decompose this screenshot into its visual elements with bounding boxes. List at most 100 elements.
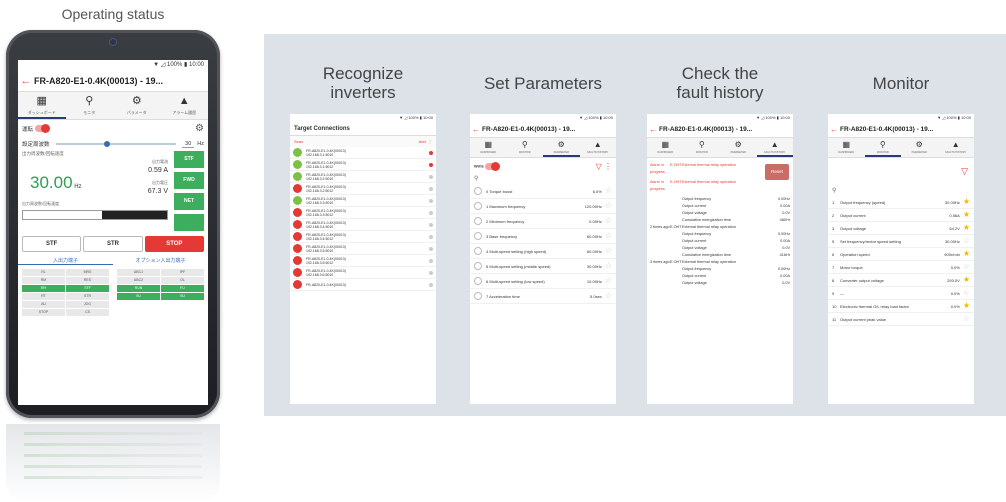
freq-input[interactable]: 30 <box>182 141 195 148</box>
connection-row[interactable]: FR-A820-E1-0.4K(00013) 192.168.3.1:5010 <box>290 147 436 159</box>
radio-button[interactable] <box>474 277 482 285</box>
star-icon[interactable]: ☆ <box>605 262 612 270</box>
stop-button[interactable]: STOP <box>144 236 204 252</box>
pin-icon[interactable] <box>429 222 433 227</box>
pin-icon[interactable] <box>429 210 433 215</box>
parameter-row[interactable]: 5 Multi-speed setting (middle speed) 30.0… <box>470 259 616 274</box>
nav-item[interactable]: ▦ ダッシュボード <box>18 92 66 119</box>
pin-icon[interactable] <box>429 174 433 179</box>
connection-row[interactable]: FR-A820-E1-0.4K(00013) 192.168.3.5:5010 <box>290 243 436 255</box>
star-icon[interactable]: ☆ <box>605 292 612 300</box>
monitor-row[interactable]: 7 Motor torque 0.0% ☆ <box>828 261 974 274</box>
more-icon[interactable]: ⋮ <box>428 139 432 144</box>
star-icon[interactable]: ☆ <box>963 289 970 297</box>
star-icon[interactable]: ★ <box>963 224 970 232</box>
write-toggle[interactable] <box>485 162 501 171</box>
monitor-row[interactable]: 9 — 0.0% ☆ <box>828 287 974 300</box>
filter-icon[interactable]: ▽ <box>828 158 974 181</box>
scan-button[interactable]: Scan <box>294 139 303 144</box>
nav-item[interactable]: ▲ アラーム履歴 <box>161 92 209 119</box>
star-icon[interactable]: ☆ <box>605 247 612 255</box>
parameter-row[interactable]: 2 Minimum frequency 0.00Hz ☆ <box>470 214 616 229</box>
tab-io-terminals[interactable]: 入出力端子 <box>18 257 113 265</box>
monitor-row[interactable]: 8 Converter output voltage 293.0V ★ <box>828 274 974 287</box>
nav-item[interactable]: ⚲ モニタ <box>66 92 114 119</box>
star-icon[interactable]: ★ <box>963 276 970 284</box>
str-button[interactable]: STR <box>83 236 143 252</box>
nav-item[interactable]: ▦ DASHBOARD <box>470 138 507 157</box>
monitor-row[interactable]: 10 Electronic thermal O/L relay load fact… <box>828 300 974 313</box>
star-icon[interactable]: ☆ <box>963 315 970 323</box>
star-icon[interactable]: ☆ <box>963 237 970 245</box>
star-icon[interactable]: ☆ <box>605 187 612 195</box>
connection-row[interactable]: FR-A820-E1-0.4K(00013) 192.168.3.6:5010 <box>290 267 436 279</box>
parameter-row[interactable]: 6 Multi-speed setting (low speed) 10.00Hz… <box>470 274 616 289</box>
search-icon[interactable]: ⚲ <box>828 181 974 196</box>
nav-item[interactable]: ⚲ MONITOR <box>684 138 721 157</box>
stf-button[interactable]: STF <box>22 236 82 252</box>
connection-row[interactable]: FR-A820-E1-0.4K(00013) 192.168.3.3:5010 <box>290 195 436 207</box>
connection-row[interactable]: FR-A820-E1-0.4K(00013) 192.168.3.5:5012 <box>290 255 436 267</box>
add-button[interactable]: Add <box>419 139 426 144</box>
nav-item[interactable]: ▲ FAULTS HISTORY <box>580 138 617 157</box>
parameter-row[interactable]: 3 Base frequency 60.00Hz ☆ <box>470 229 616 244</box>
connection-row[interactable]: FR-A820-E1-0.4K(00013) 192.168.3.2:5012 <box>290 183 436 195</box>
radio-button[interactable] <box>474 292 482 300</box>
back-arrow-icon[interactable]: ← <box>647 125 659 134</box>
connection-row[interactable]: FR-A820-E1-0.4K(00013) <box>290 279 436 291</box>
nav-item[interactable]: ⚙ PARAMETER <box>543 138 580 157</box>
nav-item[interactable]: ▲ FAULTS HISTORY <box>938 138 975 157</box>
radio-button[interactable] <box>474 187 482 195</box>
tab-option-terminals[interactable]: オプション入出力端子 <box>113 257 208 265</box>
parameter-row[interactable]: 1 Maximum frequency 120.00Hz ☆ <box>470 199 616 214</box>
nav-item[interactable]: ⚲ MONITOR <box>864 138 901 157</box>
pin-icon[interactable] <box>429 246 433 251</box>
star-icon[interactable]: ★ <box>963 250 970 258</box>
connection-row[interactable]: FR-A820-E1-0.4K(00013) 192.168.3.3:5012 <box>290 207 436 219</box>
radio-button[interactable] <box>474 247 482 255</box>
monitor-row[interactable]: 1 Output frequency (speed) 30.00Hz ★ <box>828 196 974 209</box>
connection-row[interactable]: FR-A820-E1-0.4K(00013) 192.168.3.2:5010 <box>290 171 436 183</box>
star-icon[interactable]: ★ <box>963 211 970 219</box>
back-arrow-icon[interactable]: ← <box>470 125 482 134</box>
pin-icon[interactable] <box>429 186 433 191</box>
nav-item[interactable]: ▦ DASHBOARD <box>828 138 865 157</box>
parameter-row[interactable]: 0 Torque boost 6.0% ☆ <box>470 184 616 199</box>
pin-icon[interactable] <box>429 198 433 203</box>
filter-icon[interactable]: ▽ ⋮ <box>596 162 612 171</box>
monitor-row[interactable]: 2 Output current 0.56A ★ <box>828 209 974 222</box>
radio-button[interactable] <box>474 217 482 225</box>
connection-row[interactable]: FR-A820-E1-0.4K(00013) 192.168.3.4:5012 <box>290 231 436 243</box>
nav-item[interactable]: ⚙ PARAMETER <box>720 138 757 157</box>
pin-icon[interactable] <box>429 234 433 239</box>
monitor-row[interactable]: 11 Output current peak value ☆ <box>828 313 974 326</box>
radio-button[interactable] <box>474 262 482 270</box>
run-toggle[interactable] <box>34 124 50 134</box>
nav-item[interactable]: ▲ FAULTS HISTORY <box>756 138 793 157</box>
monitor-row[interactable]: 3 Output voltage 64.2V ★ <box>828 222 974 235</box>
radio-button[interactable] <box>474 232 482 240</box>
nav-item[interactable]: ⚙ PARAMETER <box>901 138 938 157</box>
back-arrow-icon[interactable]: ← <box>828 125 840 134</box>
settings-icon[interactable]: ⚙ <box>195 123 204 134</box>
parameter-row[interactable]: 7 Acceleration time 5.0sec ☆ <box>470 289 616 304</box>
connection-row[interactable]: FR-A820-E1-0.4K(00013) 192.168.3.4:5010 <box>290 219 436 231</box>
pin-icon[interactable] <box>429 162 433 167</box>
star-icon[interactable]: ☆ <box>605 277 612 285</box>
pin-icon[interactable] <box>429 258 433 263</box>
back-arrow-icon[interactable]: ← <box>18 75 34 87</box>
monitor-row[interactable]: 5 Set frequency/motor speed setting 30.00H… <box>828 235 974 248</box>
star-icon[interactable]: ★ <box>963 302 970 310</box>
freq-slider[interactable] <box>55 141 177 147</box>
search-icon[interactable]: ⚲ <box>470 175 616 184</box>
star-icon[interactable]: ☆ <box>605 232 612 240</box>
star-icon[interactable]: ☆ <box>605 217 612 225</box>
reset-button[interactable]: Reset <box>765 164 789 180</box>
pin-icon[interactable] <box>429 150 433 155</box>
connection-row[interactable]: FR-A820-E1-0.4K(00013) 192.168.3.1:5012 <box>290 159 436 171</box>
nav-item[interactable]: ▦ DASHBOARD <box>647 138 684 157</box>
star-icon[interactable]: ☆ <box>963 263 970 271</box>
monitor-row[interactable]: 6 Operation speed 900r/min ★ <box>828 248 974 261</box>
pin-icon[interactable] <box>429 282 433 287</box>
nav-item[interactable]: ⚲ MONITOR <box>507 138 544 157</box>
